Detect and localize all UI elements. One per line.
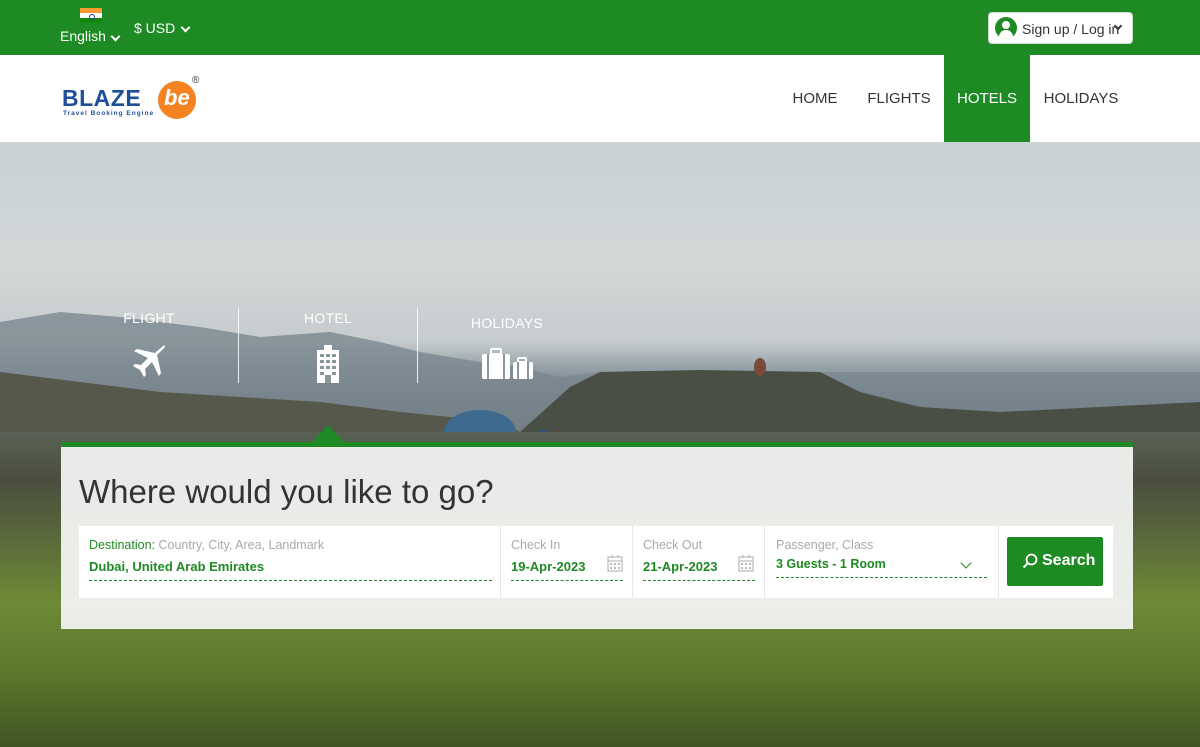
passenger-underline <box>776 577 987 578</box>
airplane-icon <box>133 345 166 377</box>
search-icon <box>1022 553 1038 569</box>
registered-mark: ® <box>192 75 200 86</box>
hero-background: FLIGHT HOTEL HOLIDAYS Where would you li… <box>0 142 1200 747</box>
nav-flights[interactable]: FLIGHTS <box>858 55 940 142</box>
search-form: Destination: Country, City, Area, Landma… <box>79 526 1113 598</box>
tab-flight[interactable]: FLIGHT <box>89 308 209 398</box>
passenger-value: 3 Guests - 1 Room <box>776 557 886 571</box>
checkout-underline <box>643 580 755 581</box>
destination-value: Dubai, United Arab Emirates <box>89 559 265 574</box>
destination-underline <box>89 580 492 581</box>
tab-holidays[interactable]: HOLIDAYS <box>447 308 567 398</box>
search-button[interactable]: Search <box>1007 537 1103 586</box>
checkout-label: Check Out <box>643 538 703 552</box>
luggage-icon <box>482 348 533 379</box>
calendar-icon[interactable] <box>607 554 623 572</box>
language-label: English <box>60 28 106 44</box>
india-flag-icon <box>80 8 102 23</box>
tab-hotel[interactable]: HOTEL <box>268 308 388 398</box>
logo-suffix: be <box>164 85 190 110</box>
checkin-underline <box>511 580 623 581</box>
search-panel: Where would you like to go? Destination:… <box>61 442 1133 629</box>
destination-label: Destination: Country, City, Area, Landma… <box>89 538 325 552</box>
main-navbar: BLAZE be ® Travel Booking Engine HOME FL… <box>0 55 1200 142</box>
chevron-down-icon <box>180 22 191 33</box>
user-icon <box>995 17 1017 39</box>
tab-divider <box>417 308 418 383</box>
calendar-icon[interactable] <box>738 554 754 572</box>
active-tab-pointer <box>312 425 344 442</box>
tab-holidays-label: HOLIDAYS <box>470 315 544 331</box>
search-button-label: Search <box>1042 552 1096 569</box>
hotel-building-icon <box>317 345 339 383</box>
checkin-label: Check In <box>511 538 561 552</box>
destination-field[interactable]: Destination: Country, City, Area, Landma… <box>79 526 501 598</box>
currency-label: $ USD <box>134 20 176 36</box>
tab-divider <box>238 308 239 383</box>
checkin-field[interactable]: Check In 19-Apr-2023 <box>501 526 633 598</box>
nav-home[interactable]: HOME <box>776 55 854 142</box>
checkin-value: 19-Apr-2023 <box>511 559 586 574</box>
search-title: Where would you like to go? <box>79 473 494 510</box>
tab-hotel-label: HOTEL <box>303 310 353 326</box>
logo-wordmark: BLAZE <box>62 85 142 111</box>
logo-tagline: Travel Booking Engine <box>63 110 155 117</box>
language-selector[interactable]: English <box>60 6 130 50</box>
tab-flight-label: FLIGHT <box>123 310 175 326</box>
signup-login-button[interactable]: Sign up / Log in <box>988 12 1133 44</box>
brand-logo[interactable]: BLAZE be ® Travel Booking Engine <box>60 75 205 123</box>
signup-login-label: Sign up / Log in <box>1022 21 1120 37</box>
chevron-down-icon <box>110 31 121 42</box>
nav-holidays[interactable]: HOLIDAYS <box>1034 55 1128 142</box>
passenger-class-field[interactable]: Passenger, Class 3 Guests - 1 Room <box>765 526 999 598</box>
checkout-field[interactable]: Check Out 21-Apr-2023 <box>633 526 765 598</box>
top-bar: English $ USD Sign up / Log in <box>0 0 1200 55</box>
passenger-label: Passenger, Class <box>776 538 874 552</box>
destination-placeholder: Country, City, Area, Landmark <box>158 538 325 552</box>
nav-hotels[interactable]: HOTELS <box>944 55 1030 142</box>
chevron-down-icon[interactable] <box>960 557 972 569</box>
checkout-value: 21-Apr-2023 <box>643 559 718 574</box>
